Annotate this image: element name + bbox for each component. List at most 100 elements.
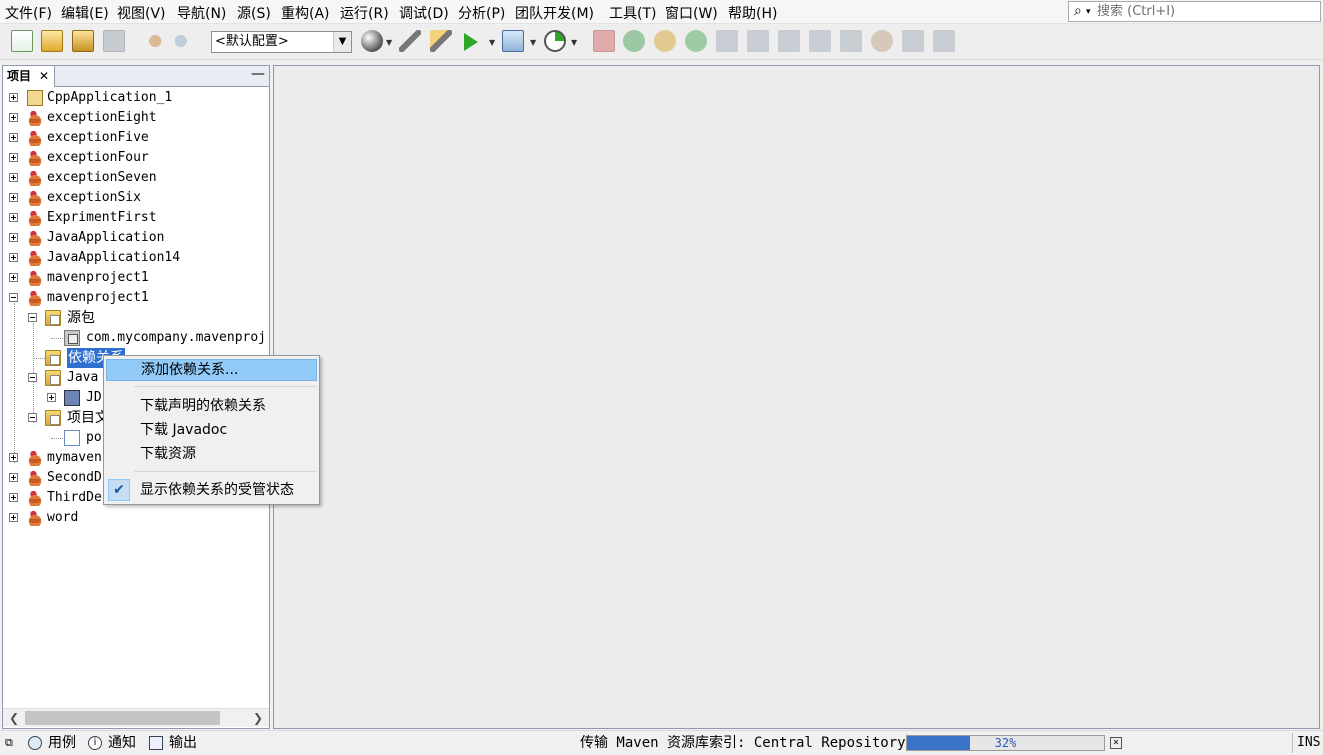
debug-icon[interactable] — [502, 30, 524, 52]
chevron-left-icon[interactable]: ❮ — [5, 709, 23, 727]
expand-icon[interactable] — [9, 273, 18, 282]
maven-project-icon — [27, 270, 43, 286]
thread-icon[interactable] — [902, 30, 924, 52]
build-icon[interactable] — [399, 30, 421, 52]
globe-icon[interactable] — [361, 30, 383, 52]
expand-icon[interactable] — [9, 233, 18, 242]
scrollbar-thumb[interactable] — [25, 711, 220, 725]
progress-bar[interactable]: 32% — [906, 735, 1105, 751]
menu-bar: 文件(F) 编辑(E) 视图(V) 导航(N) 源(S) 重构(A) 运行(R)… — [0, 0, 1323, 24]
minimize-icon[interactable]: — — [251, 67, 265, 82]
collapse-icon[interactable] — [28, 413, 37, 422]
cancel-task-icon[interactable]: ✕ — [1110, 737, 1122, 749]
menu-team[interactable]: 团队开发(M) — [515, 3, 594, 23]
chevron-down-icon[interactable]: ▼ — [571, 38, 577, 47]
expand-icon[interactable] — [9, 133, 18, 142]
tree-item-label: exceptionSeven — [47, 170, 157, 185]
menu-item-download-sources[interactable]: 下载资源 — [106, 443, 317, 465]
menu-tools[interactable]: 工具(T) — [609, 3, 656, 23]
expand-icon[interactable] — [9, 213, 18, 222]
expand-icon[interactable] — [47, 393, 56, 402]
tab-output[interactable]: 输出 — [169, 733, 197, 753]
collapse-icon[interactable] — [28, 313, 37, 322]
run-icon[interactable] — [464, 33, 478, 51]
menu-separator — [134, 471, 317, 472]
expand-icon[interactable] — [9, 193, 18, 202]
profile-icon[interactable] — [544, 30, 566, 52]
clean-build-icon[interactable] — [430, 30, 452, 52]
collapse-icon[interactable] — [9, 293, 18, 302]
apply-code-changes-icon[interactable] — [871, 30, 893, 52]
expand-icon[interactable] — [9, 93, 18, 102]
chevron-right-icon[interactable]: ❯ — [249, 709, 267, 727]
tree-item-label: exceptionFive — [47, 130, 149, 145]
expand-icon[interactable] — [9, 253, 18, 262]
menu-file[interactable]: 文件(F) — [5, 3, 52, 23]
editor-area[interactable] — [273, 65, 1320, 729]
menu-window[interactable]: 窗口(W) — [665, 3, 718, 23]
tree-item-label: po — [86, 430, 102, 445]
collapse-icon[interactable] — [28, 373, 37, 382]
screenshot-icon[interactable] — [933, 30, 955, 52]
menu-item-add-dependency[interactable]: 添加依赖关系... — [106, 359, 317, 381]
new-file-icon[interactable] — [11, 30, 33, 52]
open-project-icon[interactable] — [72, 30, 94, 52]
menu-item-show-managed-state[interactable]: 显示依赖关系的受管状态 — [106, 479, 317, 501]
java-project-icon — [27, 110, 43, 126]
step-out-icon[interactable] — [809, 30, 831, 52]
menu-edit[interactable]: 编辑(E) — [61, 3, 109, 23]
tab-projects[interactable]: 项目 ✕ — [3, 66, 55, 87]
close-project-icon[interactable] — [103, 30, 125, 52]
chevron-down-icon[interactable]: ▼ — [530, 38, 536, 47]
restore-windows-icon[interactable]: ⧉ — [5, 733, 13, 753]
background-task-label[interactable]: 传输 Maven 资源库索引: Central Repository — [580, 733, 906, 753]
expand-icon[interactable] — [9, 513, 18, 522]
java-project-icon — [27, 490, 43, 506]
horizontal-scrollbar[interactable]: ❮ ❯ — [3, 708, 269, 727]
menu-debug[interactable]: 调试(D) — [399, 3, 449, 23]
redo-icon[interactable] — [172, 30, 194, 52]
run-to-cursor-icon[interactable] — [840, 30, 862, 52]
tab-notifications[interactable]: 通知 — [108, 733, 136, 753]
menu-item-download-javadoc[interactable]: 下载 Javadoc — [106, 419, 317, 441]
step-into-icon[interactable] — [778, 30, 800, 52]
tab-usages[interactable]: 用例 — [48, 733, 76, 753]
expand-icon[interactable] — [9, 153, 18, 162]
expand-icon[interactable] — [9, 473, 18, 482]
chevron-down-icon[interactable]: ▼ — [489, 38, 495, 47]
expand-icon[interactable] — [9, 453, 18, 462]
tree-item-label: mavenproject1 — [47, 290, 149, 305]
quick-search[interactable] — [1068, 1, 1321, 22]
step-over-icon[interactable] — [747, 30, 769, 52]
restart-icon[interactable] — [623, 30, 645, 52]
folder-icon — [45, 410, 61, 426]
menu-navigate[interactable]: 导航(N) — [177, 3, 226, 23]
expand-icon[interactable] — [9, 173, 18, 182]
continue-icon[interactable] — [685, 30, 707, 52]
search-input[interactable] — [1097, 3, 1317, 20]
java-project-icon — [27, 230, 43, 246]
menu-source[interactable]: 源(S) — [237, 3, 271, 23]
configuration-value: <默认配置> — [215, 34, 289, 49]
search-icon[interactable] — [1072, 3, 1094, 21]
java-project-icon — [27, 190, 43, 206]
tree-item-label: com.mycompany.mavenproj — [86, 330, 267, 345]
step-over-expression-icon[interactable] — [716, 30, 738, 52]
expand-icon[interactable] — [9, 493, 18, 502]
configuration-select[interactable]: <默认配置> ▼ — [211, 31, 352, 53]
chevron-down-icon[interactable]: ▼ — [386, 38, 392, 47]
pause-icon[interactable] — [654, 30, 676, 52]
menu-run[interactable]: 运行(R) — [340, 3, 389, 23]
expand-icon[interactable] — [9, 113, 18, 122]
undo-icon[interactable] — [142, 30, 164, 52]
new-project-icon[interactable] — [41, 30, 63, 52]
chevron-down-icon[interactable]: ▼ — [333, 32, 351, 52]
menu-help[interactable]: 帮助(H) — [728, 3, 777, 23]
menu-profile[interactable]: 分析(P) — [458, 3, 505, 23]
maven-project-icon — [27, 450, 43, 466]
close-icon[interactable]: ✕ — [39, 69, 51, 83]
menu-item-download-declared-dependencies[interactable]: 下载声明的依赖关系 — [106, 395, 317, 417]
menu-refactor[interactable]: 重构(A) — [281, 3, 330, 23]
menu-view[interactable]: 视图(V) — [117, 3, 166, 23]
stop-icon[interactable] — [593, 30, 615, 52]
